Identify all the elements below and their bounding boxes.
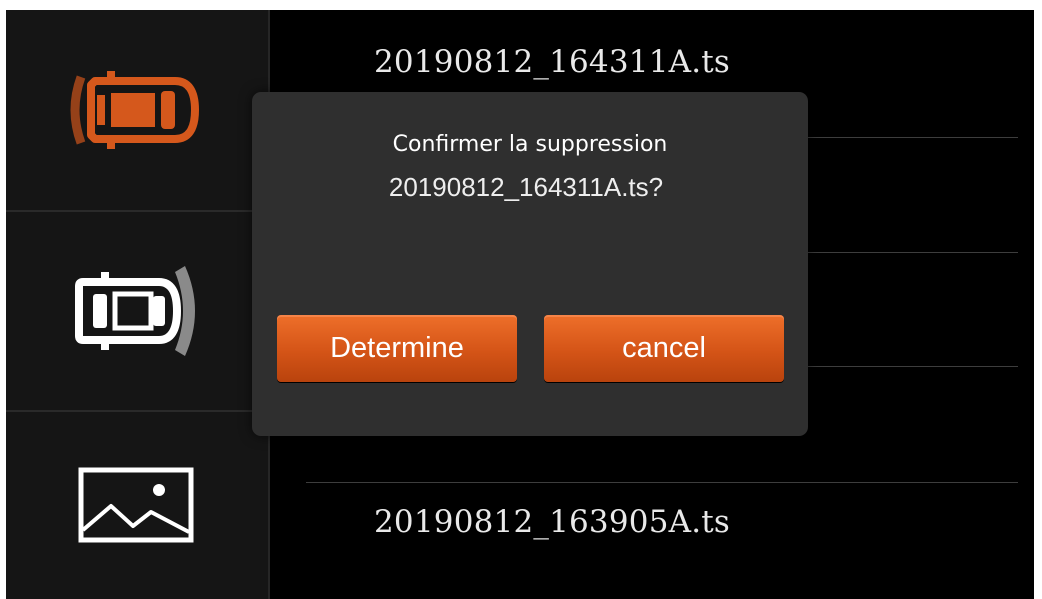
dialog-message: 20190812_164311A.ts?	[388, 172, 664, 202]
determine-button[interactable]: Determine	[277, 315, 517, 382]
file-name: 20190812_164311A.ts	[374, 44, 731, 80]
car-front-sensor-icon	[70, 71, 199, 149]
sidebar-item-front-camera[interactable]	[6, 10, 268, 210]
cancel-button[interactable]: cancel	[544, 315, 784, 382]
file-list-item[interactable]: 20190812_164311A.ts	[270, 32, 1034, 92]
delete-confirm-dialog: Confirmer la suppression 20190812_164311…	[252, 92, 808, 436]
dialog-title: Confirmer la suppression	[392, 132, 668, 157]
image-gallery-icon	[78, 467, 194, 542]
list-divider	[306, 482, 1018, 483]
sidebar-item-photos[interactable]	[6, 412, 268, 599]
sidebar-item-rear-camera[interactable]	[6, 212, 268, 410]
file-name: 20190812_163905A.ts	[374, 504, 731, 540]
sidebar	[6, 10, 268, 599]
device-screen: 20190812_164311A.ts 20190812_163905A.ts …	[6, 10, 1034, 599]
file-list-item[interactable]: 20190812_163905A.ts	[270, 492, 1034, 552]
car-rear-sensor-icon	[75, 266, 195, 356]
